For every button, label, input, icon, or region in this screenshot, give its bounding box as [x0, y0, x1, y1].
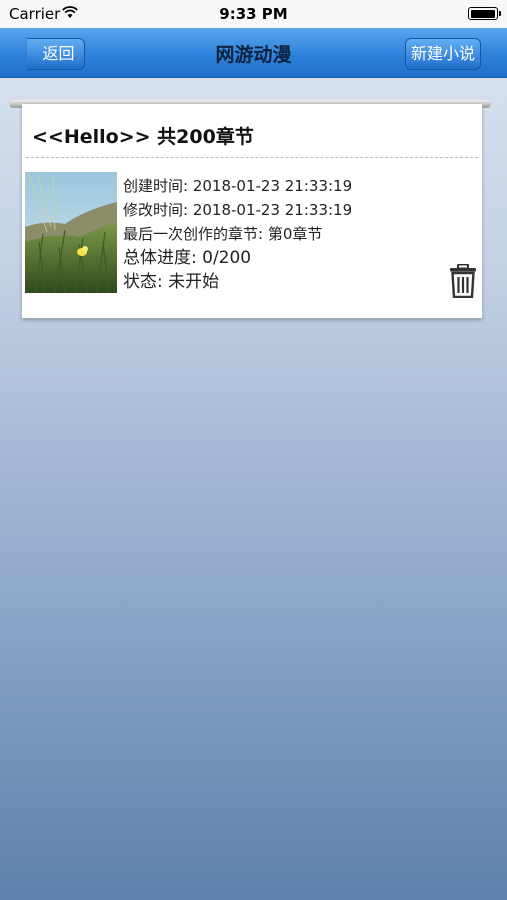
battery-icon	[468, 7, 501, 20]
trash-icon[interactable]	[449, 264, 477, 298]
novel-title: <<Hello>> 共200章节	[32, 126, 254, 148]
novel-cover-image	[25, 172, 117, 293]
status-bar: Carrier 9:33 PM	[0, 0, 507, 28]
novel-card[interactable]: <<Hello>> 共200章节 创建时间: 2018-01-23 21:33:…	[22, 104, 482, 318]
overall-progress: 总体进度: 0/200	[123, 248, 252, 268]
status-time: 9:33 PM	[219, 5, 288, 23]
modified-time: 修改时间: 2018-01-23 21:33:19	[123, 201, 353, 219]
divider	[26, 157, 478, 158]
last-chapter: 最后一次创作的章节: 第0章节	[123, 225, 323, 243]
novel-info: 创建时间: 2018-01-23 21:33:19 修改时间: 2018-01-…	[123, 174, 352, 294]
navigation-bar: 返回 网游动漫 新建小说	[0, 28, 507, 78]
novel-status: 状态: 未开始	[123, 272, 220, 292]
created-time: 创建时间: 2018-01-23 21:33:19	[123, 177, 353, 195]
new-novel-button[interactable]: 新建小说	[405, 38, 481, 70]
